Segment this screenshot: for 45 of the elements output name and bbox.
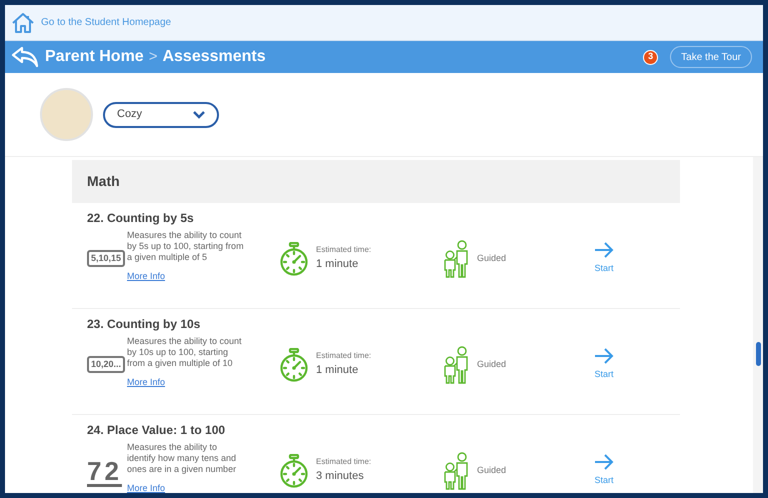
stopwatch-icon <box>279 348 309 382</box>
more-info-link[interactable]: More Info <box>127 483 166 493</box>
skill-badge-icon: 10,20... <box>87 356 126 373</box>
assessment-description: Measures the ability to count by 5s up to 100, starting from a given multiple of 5 <box>127 230 245 263</box>
start-button[interactable]: Start <box>594 454 614 488</box>
student-dropdown[interactable]: Cozy <box>103 102 219 128</box>
more-info-link[interactable]: More Info <box>127 271 166 281</box>
section-title: Math <box>87 172 120 191</box>
mode-label: Guided <box>477 252 506 265</box>
back-arrow-icon[interactable] <box>11 46 39 68</box>
stopwatch-icon <box>279 242 309 276</box>
start-button[interactable]: Start <box>594 242 614 276</box>
estimated-time-label: Estimated time: <box>316 350 372 362</box>
scrollbar-thumb[interactable] <box>756 342 760 366</box>
chevron-down-icon <box>193 110 205 118</box>
assessment-title: 22. Counting by 5s <box>87 210 195 227</box>
skill-badge-icon: 5,10,15 <box>87 250 126 267</box>
page-title: Assessments <box>162 47 266 67</box>
assessment-description: Measures the ability to count by 10s up to 100, starting from a given multiple of 10 <box>127 336 243 369</box>
arrow-right-icon <box>594 454 614 470</box>
assessment-description: Measures the ability to identify how many tens and ones are in a given number <box>127 442 238 475</box>
start-button[interactable]: Start <box>594 348 614 382</box>
home-icon[interactable] <box>11 10 35 34</box>
estimated-time-value: 1 minute <box>316 363 360 378</box>
estimated-time-value: 1 minute <box>316 257 360 272</box>
take-the-tour-button[interactable]: Take the Tour <box>670 46 752 68</box>
mode-label: Guided <box>477 464 506 477</box>
notification-badge: 3 <box>643 50 658 64</box>
estimated-time-value: 3 minutes <box>316 469 365 484</box>
estimated-time-label: Estimated time: <box>316 456 372 468</box>
more-info-link[interactable]: More Info <box>127 377 166 387</box>
arrow-right-icon <box>594 242 614 258</box>
estimated-time-label: Estimated time: <box>316 244 372 256</box>
adult-and-child-icon <box>444 452 470 490</box>
assessment-title: 23. Counting by 10s <box>87 316 202 333</box>
adult-and-child-icon <box>444 240 470 278</box>
arrow-right-icon <box>594 348 614 364</box>
breadcrumb-link[interactable]: Parent Home <box>45 45 144 69</box>
place-value-digits-icon: 72 <box>87 456 122 484</box>
breadcrumb-separator: > <box>148 46 158 67</box>
assessment-title: 24. Place Value: 1 to 100 <box>87 422 226 439</box>
mode-label: Guided <box>477 358 506 371</box>
student-homepage-link[interactable]: Go to the Student Homepage <box>41 15 172 30</box>
stopwatch-icon <box>279 454 309 488</box>
adult-and-child-icon <box>444 346 470 384</box>
